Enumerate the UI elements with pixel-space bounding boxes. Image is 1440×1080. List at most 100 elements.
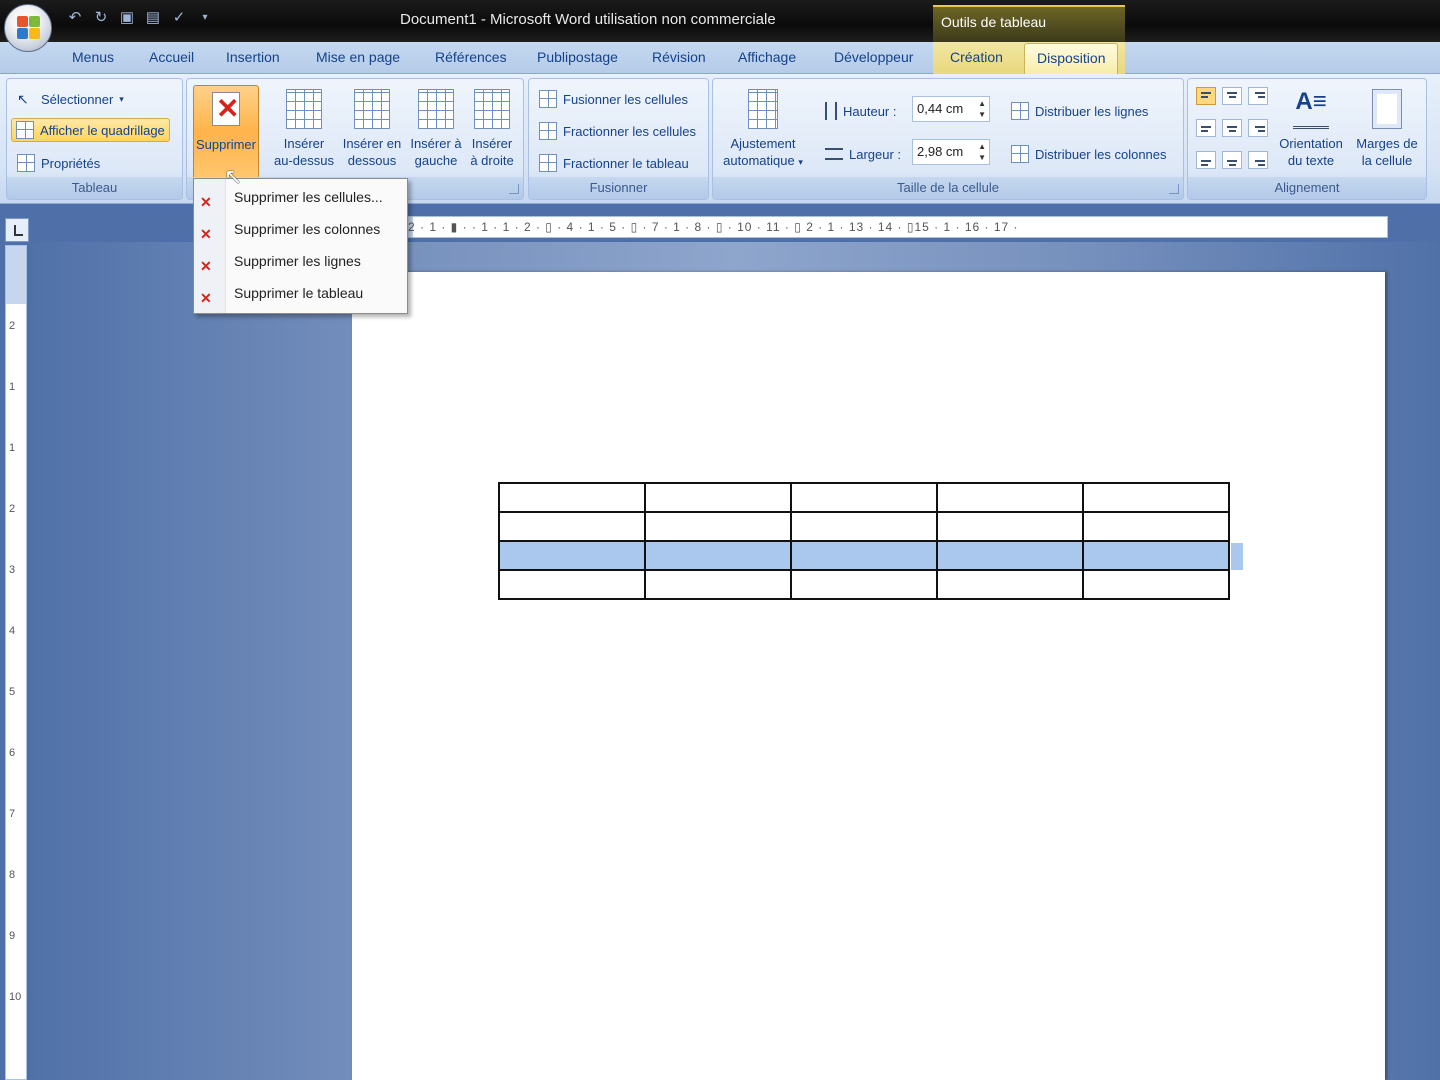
distribuer-colonnes-button[interactable]: Distribuer les colonnes: [1007, 142, 1171, 166]
gridlines-icon: [16, 121, 34, 139]
spellcheck-icon[interactable]: ✓: [168, 7, 190, 29]
inserer-au-dessus-button[interactable]: Insérer au-dessus: [271, 85, 337, 179]
inserer-dessus-label-2: au-dessus: [274, 153, 334, 168]
vertical-ruler[interactable]: 2 1 1 2 3 4 5 6 7 8 9 10: [5, 245, 27, 1080]
inserer-en-dessous-button[interactable]: Insérer en dessous: [339, 85, 405, 179]
table-cell[interactable]: [1082, 482, 1230, 513]
table-row: [498, 511, 1230, 542]
menu-item-supprimer-tableau[interactable]: ✕ Supprimer le tableau: [194, 279, 407, 307]
ajustement-automatique-button[interactable]: Ajustement automatique ▾: [717, 85, 809, 179]
fusionner-cellules-label: Fusionner les cellules: [563, 91, 689, 107]
align-middle-left-button[interactable]: [1196, 119, 1216, 137]
insert-left-icon: [418, 89, 454, 129]
fractionner-tableau-button[interactable]: Fractionner le tableau: [535, 151, 693, 175]
orientation-texte-button[interactable]: A≡ Orientation du texte: [1272, 85, 1350, 179]
align-middle-center-button[interactable]: [1222, 119, 1242, 137]
table-cell[interactable]: [936, 482, 1084, 513]
redo-icon[interactable]: ↻: [90, 7, 112, 29]
table-cell[interactable]: [498, 540, 646, 571]
group-taille-cellule: Ajustement automatique ▾ Hauteur : 0,44 …: [712, 78, 1184, 200]
proprietes-label: Propriétés: [41, 155, 101, 171]
table-cell[interactable]: [936, 540, 1084, 571]
align-middle-right-button[interactable]: [1248, 119, 1268, 137]
align-top-right-button[interactable]: [1248, 87, 1268, 105]
distribuer-lignes-button[interactable]: Distribuer les lignes: [1007, 99, 1152, 123]
align-bottom-left-button[interactable]: [1196, 151, 1216, 169]
afficher-quadrillage-button[interactable]: Afficher le quadrillage: [11, 118, 170, 142]
tab-publipostage[interactable]: Publipostage: [537, 49, 618, 65]
office-button[interactable]: [4, 4, 52, 52]
inserer-a-droite-button[interactable]: Insérer à droite: [459, 85, 525, 179]
largeur-field[interactable]: 2,98 cm ▲ ▼: [912, 139, 990, 165]
autofit-icon: [748, 89, 778, 129]
table-row: [498, 569, 1230, 600]
proprietes-button[interactable]: Propriétés: [13, 151, 104, 175]
selectionner-button[interactable]: ↖ Sélectionner ▾: [13, 87, 128, 111]
table-cell[interactable]: [790, 540, 938, 571]
vruler-mark: 7: [9, 808, 16, 820]
tab-mise-en-page[interactable]: Mise en page: [316, 49, 400, 65]
tab-revision[interactable]: Révision: [652, 49, 706, 65]
dialog-launcher-icon[interactable]: [509, 184, 519, 194]
table-cell[interactable]: [498, 511, 646, 542]
horizontal-ruler-marks: 2 · 1 · ▮ · · 1 · 1 · 2 · ▯ · 4 · 1 · 5 …: [408, 220, 1019, 234]
undo-icon[interactable]: ↶: [64, 7, 86, 29]
table-cell[interactable]: [644, 511, 792, 542]
supprimer-label: Supprimer: [196, 137, 256, 152]
print-preview-icon[interactable]: ▤: [142, 7, 164, 29]
tab-creation[interactable]: Création: [950, 49, 1003, 65]
insert-right-icon: [474, 89, 510, 129]
group-tableau: ↖ Sélectionner ▾ Afficher le quadrillage…: [6, 78, 183, 200]
table-cell[interactable]: [1082, 540, 1230, 571]
table-cell[interactable]: [936, 569, 1084, 600]
table-cell[interactable]: [1082, 511, 1230, 542]
selectionner-label: Sélectionner: [41, 91, 114, 107]
spin-arrows-icon[interactable]: ▲ ▼: [978, 98, 986, 120]
table-cell[interactable]: [790, 569, 938, 600]
delete-rows-icon: ✕: [200, 258, 212, 274]
table-cell[interactable]: [644, 569, 792, 600]
tab-selector-button[interactable]: [5, 218, 29, 242]
fractionner-cellules-button[interactable]: Fractionner les cellules: [535, 119, 700, 143]
hauteur-field[interactable]: 0,44 cm ▲ ▼: [912, 96, 990, 122]
table-cell[interactable]: [1082, 569, 1230, 600]
table-cell[interactable]: [790, 482, 938, 513]
table-cell[interactable]: [936, 511, 1084, 542]
table-cell[interactable]: [644, 540, 792, 571]
menu-item-supprimer-colonnes[interactable]: ✕ Supprimer les colonnes: [194, 215, 407, 243]
tab-developpeur[interactable]: Développeur: [834, 49, 913, 65]
table-cell[interactable]: [644, 482, 792, 513]
tab-affichage[interactable]: Affichage: [738, 49, 796, 65]
vruler-mark: 1: [9, 381, 16, 393]
align-top-center-button[interactable]: [1222, 87, 1242, 105]
table-cell[interactable]: [498, 482, 646, 513]
align-bottom-center-button[interactable]: [1222, 151, 1242, 169]
menu-item-supprimer-lignes[interactable]: ✕ Supprimer les lignes: [194, 247, 407, 275]
vruler-mark: 1: [9, 442, 16, 454]
save-icon[interactable]: ▣: [116, 7, 138, 29]
fractionner-tableau-label: Fractionner le tableau: [563, 155, 689, 171]
delete-table-icon: ✕: [200, 290, 212, 306]
document-page[interactable]: [352, 272, 1385, 1080]
dialog-launcher-icon[interactable]: [1169, 184, 1179, 194]
vruler-mark: 2: [9, 320, 16, 332]
align-bottom-right-button[interactable]: [1248, 151, 1268, 169]
tab-accueil[interactable]: Accueil: [149, 49, 194, 65]
marges-cellule-button[interactable]: Marges de la cellule: [1350, 85, 1424, 179]
fusionner-cellules-button[interactable]: Fusionner les cellules: [535, 87, 692, 111]
tab-insertion[interactable]: Insertion: [226, 49, 280, 65]
tab-disposition[interactable]: Disposition: [1024, 43, 1119, 75]
tab-menus[interactable]: Menus: [72, 49, 114, 65]
spin-arrows-icon[interactable]: ▲ ▼: [978, 141, 986, 163]
hauteur-label-group: Hauteur :: [821, 99, 900, 123]
document-table[interactable]: [498, 482, 1230, 600]
horizontal-ruler[interactable]: 2 · 1 · ▮ · · 1 · 1 · 2 · ▯ · 4 · 1 · 5 …: [352, 216, 1388, 238]
afficher-quadrillage-label: Afficher le quadrillage: [40, 122, 165, 138]
tab-references[interactable]: Références: [435, 49, 507, 65]
inserer-droite-label-2: à droite: [470, 153, 514, 168]
office-logo-icon: [17, 16, 41, 40]
table-cell[interactable]: [790, 511, 938, 542]
customize-qat-icon[interactable]: ▾: [194, 7, 216, 29]
align-top-left-button[interactable]: [1196, 87, 1216, 105]
table-cell[interactable]: [498, 569, 646, 600]
